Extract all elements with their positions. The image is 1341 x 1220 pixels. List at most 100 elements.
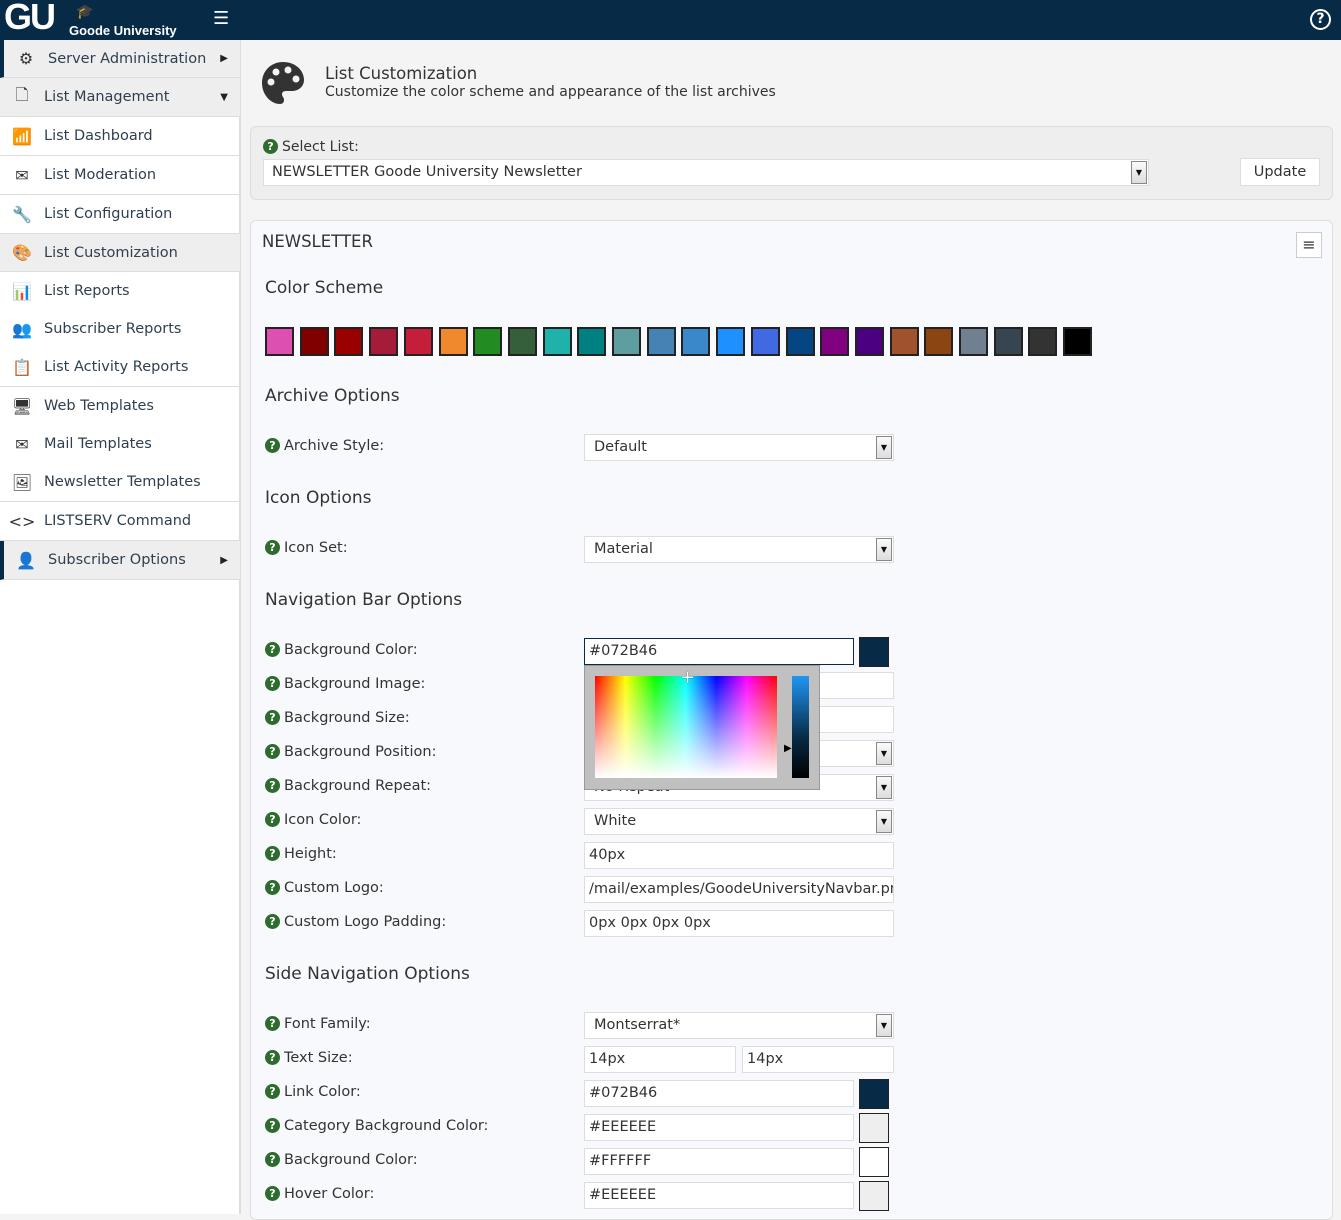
text-size-input[interactable]: 14px <box>584 1046 736 1073</box>
section-archive-options: Archive Options <box>265 386 400 406</box>
help-icon[interactable]: ? <box>265 1050 280 1065</box>
select-list-dropdown[interactable]: NEWSLETTER Goode University Newsletter ▼ <box>263 159 1149 186</box>
link-color-label: ? Link Color: <box>265 1084 361 1100</box>
icon-set-select[interactable]: Material ▼ <box>584 536 894 563</box>
help-icon[interactable]: ? <box>265 1084 280 1099</box>
sidebar-item-subscriber-options[interactable]: 👤 Subscriber Options ▶ <box>0 541 240 580</box>
color-swatch[interactable] <box>889 327 919 356</box>
help-icon[interactable]: ? <box>265 438 280 453</box>
envelope-icon: ✉ <box>15 434 29 454</box>
help-icon[interactable]: ? <box>265 1118 280 1133</box>
sidebar-item-newsletter-templates[interactable]: 🖼 Newsletter Templates <box>0 463 240 502</box>
color-swatch[interactable] <box>473 327 503 356</box>
sidebar-item-server-administration[interactable]: ⚙ Server Administration ▶ <box>0 40 240 78</box>
sidebar-item-listserv-command[interactable]: <> LISTSERV Command <box>0 502 240 541</box>
color-swatch[interactable] <box>265 327 294 356</box>
text-size-input[interactable]: 14px <box>742 1046 894 1073</box>
background-color-input[interactable]: #072B46 <box>584 638 854 665</box>
icon-color-select[interactable]: White ▼ <box>584 808 894 835</box>
color-swatch[interactable] <box>716 327 746 356</box>
color-swatch[interactable] <box>612 327 641 356</box>
color-swatch[interactable] <box>646 327 676 356</box>
chevron-down-icon[interactable]: ▼ <box>876 742 892 765</box>
category-background-color-input[interactable]: #EEEEEE <box>584 1114 854 1141</box>
color-swatch[interactable] <box>507 327 537 356</box>
color-swatch[interactable] <box>369 327 399 356</box>
sidebar-item-list-moderation[interactable]: ✉ List Moderation <box>0 156 240 195</box>
caret-right-icon[interactable]: ▶ <box>220 555 228 566</box>
color-picker-value-slider[interactable] <box>792 676 809 778</box>
help-icon[interactable]: ? <box>265 1152 280 1167</box>
color-preview-swatch[interactable] <box>859 1181 889 1211</box>
help-icon[interactable]: ? <box>265 880 280 895</box>
help-icon[interactable]: ? <box>265 744 280 759</box>
palette-icon <box>262 62 304 104</box>
color-swatch[interactable] <box>438 327 468 356</box>
sidebar-item-list-activity-reports[interactable]: 📋 List Activity Reports <box>0 348 240 387</box>
color-swatch[interactable] <box>750 327 780 356</box>
link-color-input[interactable]: #072B46 <box>584 1080 854 1107</box>
color-preview-swatch[interactable] <box>859 637 889 667</box>
help-icon[interactable]: ? <box>263 139 278 154</box>
sidebar-item-subscriber-reports[interactable]: 👥 Subscriber Reports <box>0 310 240 348</box>
chevron-down-icon[interactable]: ▼ <box>876 1014 892 1037</box>
chevron-down-icon[interactable]: ▼ <box>876 810 892 833</box>
chevron-down-icon[interactable]: ▼ <box>876 538 892 561</box>
color-swatch[interactable] <box>403 327 433 356</box>
help-icon[interactable]: ? <box>265 778 280 793</box>
color-swatch[interactable] <box>542 327 572 356</box>
custom-logo-input[interactable]: /mail/examples/GoodeUniversityNavbar.png <box>584 876 894 903</box>
archive-style-select[interactable]: Default ▼ <box>584 434 894 461</box>
chevron-down-icon[interactable]: ▼ <box>876 436 892 459</box>
chevron-down-icon[interactable]: ▼ <box>1131 161 1147 184</box>
sidebar-item-list-management[interactable]: 🗋 List Management ▼ <box>0 78 240 117</box>
color-swatch[interactable] <box>681 327 711 356</box>
custom-logo-padding-input[interactable]: 0px 0px 0px 0px <box>584 910 894 937</box>
color-swatch[interactable] <box>993 327 1023 356</box>
background-color-input[interactable]: #FFFFFF <box>584 1148 854 1175</box>
color-preview-swatch[interactable] <box>859 1147 889 1177</box>
height-input[interactable]: 40px <box>584 842 894 869</box>
sidebar-item-list-dashboard[interactable]: 📶 List Dashboard <box>0 117 240 156</box>
logo[interactable]: GU 🎓 Goode University <box>4 0 184 40</box>
help-icon[interactable]: ? <box>265 914 280 929</box>
help-icon[interactable]: ? <box>1310 9 1331 30</box>
color-picker-saturation-area[interactable] <box>595 676 777 778</box>
help-icon[interactable]: ? <box>265 642 280 657</box>
slider-pointer-icon[interactable]: ▶ <box>784 743 792 754</box>
color-swatch[interactable] <box>577 327 607 356</box>
hover-color-input[interactable]: #EEEEEE <box>584 1182 854 1209</box>
color-preview-swatch[interactable] <box>859 1113 889 1143</box>
sidebar-item-list-configuration[interactable]: 🔧 List Configuration <box>0 195 240 234</box>
help-icon[interactable]: ? <box>265 710 280 725</box>
sidebar-item-list-customization[interactable]: 🎨 List Customization <box>0 234 240 272</box>
help-icon[interactable]: ? <box>265 846 280 861</box>
color-swatch[interactable] <box>334 327 364 356</box>
color-swatch[interactable] <box>1028 327 1058 356</box>
color-swatch[interactable] <box>1063 327 1093 356</box>
sidebar-item-list-reports[interactable]: 📊 List Reports <box>0 272 240 310</box>
background-size-label: ? Background Size: <box>265 710 410 726</box>
font-family-select[interactable]: Montserrat* ▼ <box>584 1012 894 1039</box>
color-swatch[interactable] <box>299 327 329 356</box>
caret-down-icon[interactable]: ▼ <box>220 92 228 103</box>
color-swatch[interactable] <box>959 327 988 356</box>
color-preview-swatch[interactable] <box>859 1079 889 1109</box>
color-swatch[interactable] <box>924 327 954 356</box>
wrench-icon: 🔧 <box>12 204 32 224</box>
chevron-down-icon[interactable]: ▼ <box>876 776 892 799</box>
help-icon[interactable]: ? <box>265 812 280 827</box>
help-icon[interactable]: ? <box>265 540 280 555</box>
sidebar-item-web-templates[interactable]: 🖥 Web Templates <box>0 387 240 425</box>
help-icon[interactable]: ? <box>265 1016 280 1031</box>
color-swatch[interactable] <box>854 327 884 356</box>
color-swatch[interactable] <box>820 327 850 356</box>
caret-right-icon[interactable]: ▶ <box>220 53 228 64</box>
help-icon[interactable]: ? <box>265 676 280 691</box>
update-button[interactable]: Update <box>1240 158 1320 186</box>
help-icon[interactable]: ? <box>265 1186 280 1201</box>
menu-toggle-icon[interactable]: ☰ <box>213 10 233 28</box>
panel-menu-button[interactable]: ≡ <box>1296 232 1322 258</box>
color-swatch[interactable] <box>785 327 815 356</box>
sidebar-item-mail-templates[interactable]: ✉ Mail Templates <box>0 425 240 463</box>
